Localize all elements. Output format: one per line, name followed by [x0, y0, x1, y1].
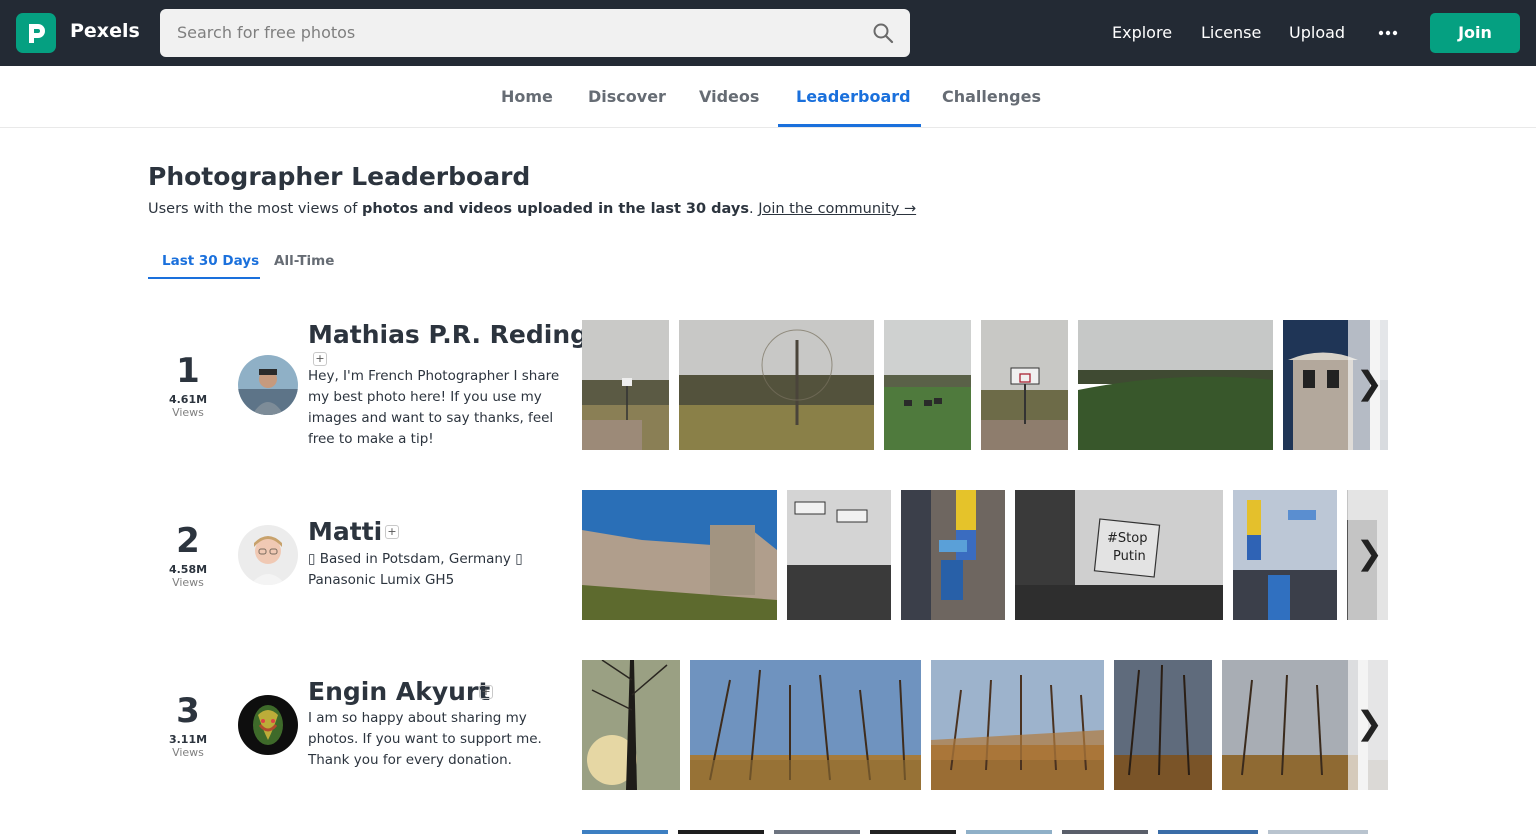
chevron-right-icon: ❯	[1356, 534, 1383, 572]
leaderboard-row-partial	[582, 830, 1388, 834]
photographer-name[interactable]: Matti	[308, 517, 382, 546]
leaderboard-row: 3 3.11M Views Engin Akyurt + I am so hap…	[0, 660, 1536, 810]
tab-last-30-days[interactable]: Last 30 Days	[162, 253, 259, 269]
views-label: Views	[172, 576, 204, 589]
subtitle-emphasis: photos and videos uploaded in the last 3…	[361, 201, 749, 217]
avatar[interactable]	[238, 695, 298, 755]
photographer-bio: Hey, I'm French Photographer I share my …	[308, 368, 560, 447]
next-photos-button[interactable]: ❯	[1348, 490, 1388, 620]
nav-upload-link[interactable]: Upload	[1289, 23, 1345, 42]
follow-button[interactable]: +	[313, 352, 327, 366]
views-label: Views	[172, 746, 204, 759]
brand-name[interactable]: Pexels	[70, 20, 140, 42]
photo-thumbnail[interactable]	[981, 320, 1068, 450]
follow-button[interactable]: +	[479, 685, 493, 699]
pexels-logo-icon[interactable]	[16, 13, 56, 53]
tab-videos[interactable]: Videos	[699, 87, 759, 106]
photo-thumbnail[interactable]	[787, 490, 891, 620]
photo-thumbnail[interactable]	[679, 320, 874, 450]
active-tab-indicator	[778, 124, 921, 127]
photographer-bio: I am so happy about sharing my photos. I…	[308, 710, 542, 768]
more-options-icon[interactable]	[1378, 24, 1398, 42]
photo-strip	[582, 660, 1388, 790]
search-icon[interactable]	[872, 22, 894, 44]
join-button[interactable]: Join	[1430, 13, 1520, 53]
leaderboard-row: 2 4.58M Views Matti + ▯ Based in Potsdam…	[0, 490, 1536, 640]
page-subtitle: Users with the most views of photos and …	[148, 201, 916, 217]
avatar[interactable]	[238, 525, 298, 585]
photo-thumbnail[interactable]	[774, 830, 860, 834]
section-tabs: Home Discover Videos Leaderboard Challen…	[0, 66, 1536, 128]
tab-leaderboard[interactable]: Leaderboard	[796, 87, 911, 106]
avatar[interactable]	[238, 355, 298, 415]
photo-thumbnail[interactable]	[1233, 490, 1337, 620]
tab-challenges[interactable]: Challenges	[942, 87, 1041, 106]
leaderboard-row: 1 4.61M Views Mathias P.R. Reding + Hey,…	[0, 320, 1536, 470]
rank-number: 1	[176, 351, 200, 391]
photo-thumbnail[interactable]: #Stop Putin	[1015, 490, 1223, 620]
photo-thumbnail[interactable]	[582, 320, 669, 450]
photo-thumbnail[interactable]	[1062, 830, 1148, 834]
photo-thumbnail[interactable]	[1158, 830, 1258, 834]
views-count: 4.58M	[168, 563, 208, 576]
photo-thumbnail[interactable]	[870, 830, 956, 834]
photo-thumbnail[interactable]	[678, 830, 764, 834]
search-box[interactable]: Search for free photos	[160, 9, 910, 57]
photo-thumbnail[interactable]	[931, 660, 1104, 790]
nav-license-link[interactable]: License	[1201, 23, 1261, 42]
svg-text:Putin: Putin	[1113, 549, 1146, 564]
photo-thumbnail[interactable]	[582, 660, 680, 790]
rank-number: 3	[176, 691, 200, 731]
subtitle-punctuation: .	[748, 201, 759, 217]
subtitle-text: Users with the most views of	[148, 201, 362, 217]
photo-thumbnail[interactable]	[966, 830, 1052, 834]
nav-explore-link[interactable]: Explore	[1112, 23, 1172, 42]
photo-strip	[582, 320, 1388, 450]
views-count: 4.61M	[168, 393, 208, 406]
join-community-link[interactable]: Join the community →	[758, 201, 916, 217]
photo-thumbnail[interactable]	[901, 490, 1005, 620]
page-title: Photographer Leaderboard	[148, 162, 531, 191]
period-tab-indicator	[148, 277, 260, 279]
photo-thumbnail[interactable]	[1078, 320, 1273, 450]
photo-strip: #Stop Putin	[582, 490, 1388, 620]
follow-button[interactable]: +	[385, 525, 399, 539]
top-navigation-bar: Pexels Search for free photos Explore Li…	[0, 0, 1536, 66]
photo-thumbnail[interactable]	[690, 660, 921, 790]
next-photos-button[interactable]: ❯	[1348, 660, 1388, 790]
photo-thumbnail[interactable]	[884, 320, 971, 450]
tab-home[interactable]: Home	[501, 87, 553, 106]
photo-thumbnail[interactable]	[1222, 660, 1358, 790]
photo-thumbnail[interactable]	[582, 490, 777, 620]
tab-discover[interactable]: Discover	[588, 87, 666, 106]
rank-number: 2	[176, 521, 200, 561]
chevron-right-icon: ❯	[1356, 704, 1383, 742]
views-label: Views	[172, 406, 204, 419]
photo-thumbnail[interactable]	[1268, 830, 1368, 834]
photo-thumbnail[interactable]	[1114, 660, 1212, 790]
chevron-right-icon: ❯	[1356, 364, 1383, 402]
photo-thumbnail[interactable]	[582, 830, 668, 834]
photographer-bio: ▯ Based in Potsdam, Germany ▯ Panasonic …	[308, 551, 523, 588]
views-count: 3.11M	[168, 733, 208, 746]
search-input[interactable]: Search for free photos	[177, 23, 355, 42]
next-photos-button[interactable]: ❯	[1348, 320, 1388, 450]
svg-text:#Stop: #Stop	[1107, 531, 1147, 546]
photographer-name[interactable]: Engin Akyurt	[308, 677, 490, 706]
photographer-name[interactable]: Mathias P.R. Reding	[308, 320, 588, 349]
tab-all-time[interactable]: All-Time	[274, 253, 334, 269]
